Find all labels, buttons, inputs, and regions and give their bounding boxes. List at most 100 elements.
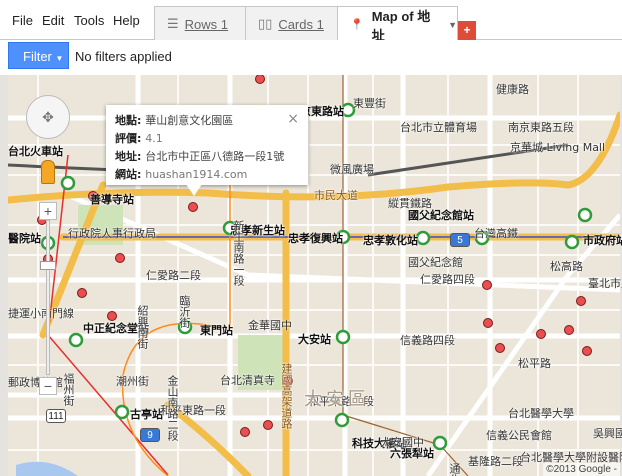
tab-cards[interactable]: ▯▯ Cards 1	[245, 6, 338, 41]
map-label: 東豐街	[353, 97, 386, 110]
map-label: 仁愛路四段	[420, 273, 475, 286]
route-shield: 9	[140, 428, 160, 442]
map-container: 台北火車站 善導寺站 忠孝新生站 忠孝復興站 忠孝敦化站 國父紀念館站 市政府站 東門站 中正紀…	[0, 75, 622, 476]
place-marker[interactable]	[255, 75, 265, 84]
filter-button[interactable]: Filter ▼	[8, 42, 69, 69]
zoom-slider[interactable]	[46, 220, 50, 375]
map-label: 南京東路五段	[508, 121, 574, 134]
water	[16, 461, 78, 476]
map-copyright: ©2013 Google -	[543, 463, 620, 476]
place-marker[interactable]	[483, 318, 493, 328]
map-label: 捷運小南門線	[8, 307, 74, 320]
tab-label: Cards 1	[278, 16, 324, 32]
menu-help[interactable]: Help	[113, 13, 140, 28]
metro-station-icon[interactable]	[432, 435, 448, 451]
map-label: 大安站	[298, 333, 331, 346]
map-label: 醫院站	[8, 232, 41, 245]
filter-bar: Filter ▼ No filters applied	[0, 40, 622, 75]
metro-station-icon[interactable]	[564, 234, 580, 250]
map-label: 大安區	[304, 389, 370, 410]
map-label: 京華城 Living Mall	[510, 141, 606, 154]
map-label: 福州街	[62, 373, 75, 406]
map-label: 松高路	[550, 260, 583, 273]
map-label: 台灣高鐵	[474, 227, 518, 240]
map-label: 市政府站	[583, 234, 622, 247]
map-label: 古亭站	[130, 408, 163, 421]
map-label: 臨沂街	[178, 295, 191, 328]
place-marker[interactable]	[115, 253, 125, 263]
place-marker[interactable]	[188, 202, 198, 212]
info-window-tail	[186, 184, 202, 196]
menu-edit[interactable]: Edit	[42, 13, 64, 28]
map-label: 松平路	[518, 357, 551, 370]
metro-station-icon[interactable]	[68, 332, 84, 348]
map-label: 健康路	[496, 83, 529, 96]
pegman-icon[interactable]	[41, 160, 55, 184]
map-label: 金華國中	[248, 319, 292, 332]
map-label: 信義路四段	[400, 334, 455, 347]
map-label: 吳興國小	[593, 427, 622, 440]
zoom-slider-handle[interactable]	[40, 261, 56, 270]
pan-control[interactable]: ✥	[26, 95, 70, 139]
tab-label: Rows 1	[184, 16, 229, 32]
menu-file[interactable]: File	[12, 13, 33, 28]
tab-label: Map of 地址	[371, 8, 431, 43]
map-label: 微風廣場	[330, 163, 374, 176]
map[interactable]: 台北火車站 善導寺站 忠孝新生站 忠孝復興站 忠孝敦化站 國父紀念館站 市政府站 東門站 中正紀…	[8, 75, 622, 476]
metro-station-icon[interactable]	[415, 230, 431, 246]
route-shield: 111	[46, 409, 66, 423]
metro-station-icon[interactable]	[114, 404, 130, 420]
cards-icon: ▯▯	[258, 16, 273, 31]
zoom-out-button[interactable]: −	[39, 377, 57, 395]
map-label: 行政院人事行政局	[68, 227, 156, 240]
chevron-down-icon: ▼	[55, 54, 64, 63]
filter-label: Filter	[23, 49, 52, 64]
map-label: 仁愛路二段	[146, 269, 201, 282]
place-marker[interactable]	[576, 296, 586, 306]
place-marker[interactable]	[263, 420, 273, 430]
route-shield: 5	[450, 233, 470, 247]
map-label: 新生南路一段	[232, 220, 245, 286]
map-pin-icon: 📍	[350, 19, 364, 31]
add-tab-button[interactable]: +	[458, 21, 476, 40]
info-row-website: 網站: huashan1914.com	[115, 168, 248, 181]
map-label: 潮州街	[116, 375, 149, 388]
map-label: 台北清真寺	[220, 374, 275, 387]
close-icon[interactable]: ×	[287, 110, 299, 128]
map-label: 縱貫鐵路	[388, 197, 432, 210]
place-marker[interactable]	[582, 346, 592, 356]
info-row-address: 地址: 台北市中正區八德路一段1號	[115, 150, 285, 163]
place-marker[interactable]	[495, 343, 505, 353]
map-label: 台北醫學大學	[508, 407, 574, 420]
metro-station-icon[interactable]	[577, 207, 593, 223]
menu-tools[interactable]: Tools	[74, 13, 104, 28]
tab-rows[interactable]: ☰ Rows 1	[154, 6, 246, 41]
zoom-in-button[interactable]: +	[39, 202, 57, 220]
metro-station-icon[interactable]	[60, 175, 76, 191]
place-marker[interactable]	[564, 325, 574, 335]
tab-map[interactable]: 📍 Map of 地址 ▼	[337, 6, 458, 43]
filter-status: No filters applied	[75, 49, 172, 64]
menu-bar: File Edit Tools Help ☰ Rows 1 ▯▯ Cards 1 📍…	[0, 0, 622, 43]
place-marker[interactable]	[240, 427, 250, 437]
map-label: 信義公民會館	[486, 429, 552, 442]
map-label: 台北市立體育場	[400, 121, 477, 134]
map-label: 金山南路二段	[166, 375, 179, 441]
map-label: 東門站	[200, 324, 233, 337]
chevron-down-icon[interactable]: ▼	[448, 20, 457, 30]
place-marker[interactable]	[482, 280, 492, 290]
map-label: 台北火車站	[8, 145, 63, 158]
info-row-place: 地點: 華山創意文化園區	[115, 114, 234, 127]
place-marker[interactable]	[77, 288, 87, 298]
place-marker[interactable]	[536, 329, 546, 339]
map-label: 紹興南街	[136, 305, 149, 349]
map-label: 通化街	[446, 463, 462, 476]
map-label: 基隆路二段	[468, 455, 523, 468]
map-label: 臺北市立高級中	[588, 277, 622, 290]
map-label: 忠孝復興站	[288, 232, 343, 245]
map-label: 建國高架道路	[280, 363, 293, 429]
map-label: 忠孝敦化站	[363, 234, 418, 247]
metro-station-icon[interactable]	[334, 412, 350, 428]
metro-station-icon[interactable]	[335, 329, 351, 345]
map-label: 善導寺站	[90, 193, 134, 206]
